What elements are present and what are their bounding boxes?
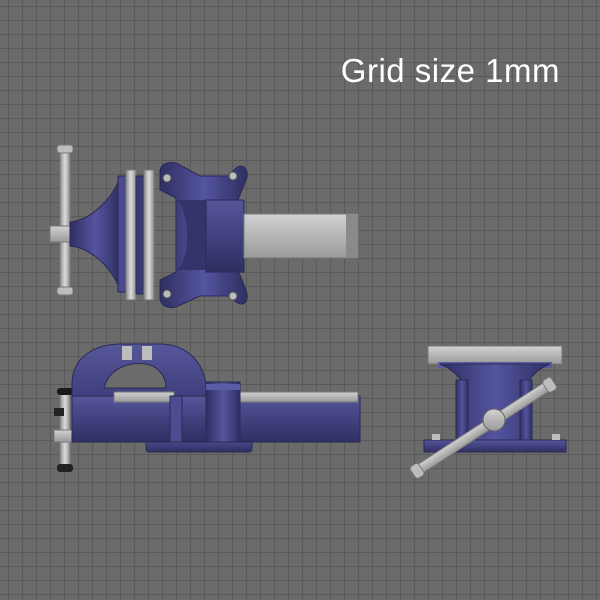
front-screw-hub xyxy=(482,408,506,432)
handle-bar xyxy=(59,149,71,293)
front-view xyxy=(409,345,567,479)
jaw-plate-left xyxy=(125,169,137,301)
slide-bar xyxy=(243,213,359,259)
side-view xyxy=(53,343,361,472)
front-jaw-plate xyxy=(427,345,563,365)
jaw-flare xyxy=(69,177,121,291)
jaw-plate-right xyxy=(143,169,155,301)
body-block xyxy=(205,199,245,273)
top-view xyxy=(49,144,359,309)
bench-vise-drawing xyxy=(49,144,567,479)
side-slide-top xyxy=(229,391,359,403)
